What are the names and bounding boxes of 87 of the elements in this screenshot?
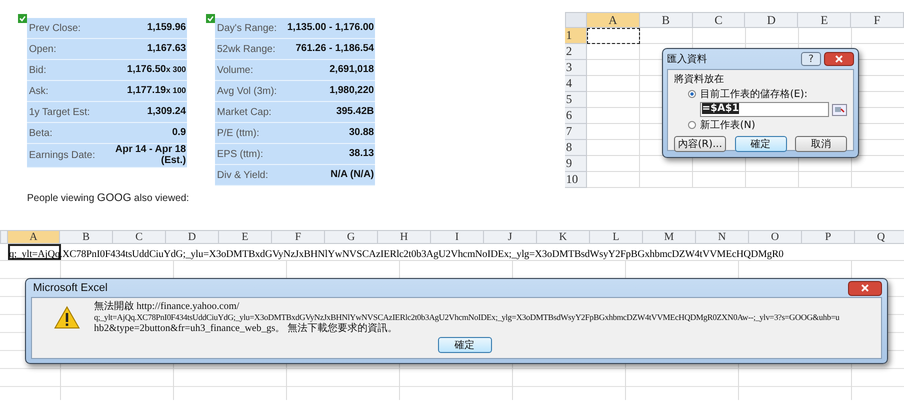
column-header[interactable]: A — [8, 230, 60, 244]
option-label: 新工作表(N) — [700, 118, 756, 132]
message-text-line: q;_ylt=AjQq.XC78PnI0F434tsUddCiuYdG;_ylu=X3oDMTBxdGVyNzJxBHNlYwNVSCAzIERlc2t0b3AgU2VhcmNoIDEx;_ylg=X3oDMTBsdWsyY2FpBGxhbmcDZW4tVVMEcHQDMgR0ZXN0Aw--;_ylv=3?s=GOOG&uhb=u — [94, 312, 840, 322]
stat-label: Avg Vol (3m): — [217, 86, 277, 96]
message-title: Microsoft Excel — [33, 282, 108, 294]
stat-label: EPS (ttm): — [217, 148, 264, 160]
stat-value: N/A (N/A) — [330, 170, 375, 180]
stat-value: 0.9 — [172, 128, 187, 138]
row-header[interactable]: 6 — [565, 108, 587, 124]
stat-value: 30.88 — [348, 128, 375, 138]
column-header[interactable]: H — [378, 230, 431, 244]
radio-button[interactable] — [688, 121, 696, 129]
row-header[interactable]: 10 — [565, 172, 587, 188]
column-header[interactable]: F — [272, 230, 325, 244]
row-header[interactable]: 3 — [565, 60, 587, 76]
stat-label: Ask: — [29, 86, 48, 96]
message-text-line: 無法開啟 http://finance.yahoo.com/ — [94, 301, 240, 312]
stat-value: 1,135.00 - 1,176.00 — [287, 22, 375, 34]
column-header[interactable]: M — [643, 230, 696, 244]
copy-marquee — [587, 28, 640, 44]
stat-label: P/E (ttm): — [217, 128, 260, 138]
column-header[interactable]: P — [802, 230, 855, 244]
also-viewed-heading: People viewing GOOG also viewed: — [27, 192, 190, 204]
stat-value: 1,177.19x 100 — [127, 86, 187, 96]
group-label: 將資料放在 — [674, 72, 725, 86]
stat-label: Beta: — [29, 128, 52, 138]
column-header[interactable]: Q — [855, 230, 904, 244]
option-label: 目前工作表的儲存格(E): — [700, 88, 808, 101]
column-header[interactable]: N — [696, 230, 749, 244]
stat-value: Apr 14 - Apr 18 (Est.) — [114, 145, 187, 166]
column-header[interactable]: C — [692, 12, 746, 28]
column-header[interactable]: J — [484, 230, 537, 244]
stat-label: 52wk Range: — [217, 44, 276, 54]
stat-value: 1,167.63 — [147, 44, 187, 54]
column-header[interactable]: C — [113, 230, 166, 244]
column-header[interactable]: A — [586, 12, 640, 28]
row-header[interactable]: 2 — [565, 44, 587, 60]
column-header[interactable]: F — [851, 12, 904, 28]
column-header[interactable]: E — [798, 12, 852, 28]
stat-label: Open: — [29, 44, 56, 54]
row-header[interactable]: 9 — [565, 156, 587, 172]
row-header[interactable]: 1 — [565, 28, 587, 44]
stat-value: 1,980,220 — [330, 86, 375, 96]
stat-value: 395.42B — [336, 106, 375, 118]
stat-value: 1,176.50x 300 — [127, 64, 187, 76]
column-header[interactable]: I — [431, 230, 484, 244]
ok-button[interactable]: 確定 — [438, 337, 492, 353]
row-header[interactable]: 8 — [565, 140, 587, 156]
stat-value: 761.26 - 1,186.54 — [296, 44, 375, 54]
close-icon[interactable] — [824, 52, 854, 66]
column-header[interactable]: K — [537, 230, 590, 244]
message-text-line: hb2&type=2button&fr=uh3_finance_web_gs。 無法下載您要求的資訊。 — [94, 323, 399, 334]
stat-label: 1y Target Est: — [29, 106, 90, 118]
dialog-title: 匯入資料 — [667, 52, 708, 66]
column-header[interactable]: D — [745, 12, 798, 28]
stat-label: Market Cap: — [217, 106, 272, 118]
row-header[interactable]: 4 — [565, 76, 587, 92]
stat-label: Div & Yield: — [217, 170, 268, 180]
column-header[interactable]: G — [325, 230, 378, 244]
dialog-button[interactable]: 確定 — [734, 136, 786, 152]
help-button[interactable]: ? — [801, 52, 821, 66]
dialog-button[interactable]: 內容(R)... — [674, 136, 726, 152]
stat-label: Earnings Date: — [29, 150, 96, 161]
radio-button[interactable] — [688, 90, 696, 98]
warning-icon — [54, 306, 80, 329]
stat-value: 2,691,018 — [330, 64, 375, 76]
close-icon[interactable] — [848, 280, 882, 296]
row-header[interactable]: 5 — [565, 92, 587, 108]
row-header[interactable]: 7 — [565, 124, 587, 140]
dialog-button[interactable]: 取消 — [795, 136, 847, 152]
column-header[interactable]: D — [166, 230, 219, 244]
stat-label: Volume: — [217, 64, 254, 76]
column-header[interactable]: B — [60, 230, 113, 244]
stat-label: Day's Range: — [217, 22, 277, 34]
cell-reference-field[interactable]: =$A$1 — [700, 102, 829, 117]
column-header[interactable]: O — [749, 230, 802, 244]
checkbox-icon[interactable] — [18, 14, 27, 23]
stat-value: 1,159.96 — [147, 22, 187, 34]
stat-value: 38.13 — [348, 148, 375, 160]
column-header[interactable]: B — [640, 12, 693, 28]
stat-label: Bid: — [29, 64, 46, 76]
collapse-dialog-icon[interactable] — [832, 104, 847, 116]
column-header[interactable]: E — [219, 230, 272, 244]
column-header[interactable]: L — [590, 230, 643, 244]
checkbox-icon[interactable] — [206, 14, 215, 23]
stat-label: Prev Close: — [29, 22, 81, 34]
stat-value: 1,309.24 — [147, 106, 187, 118]
